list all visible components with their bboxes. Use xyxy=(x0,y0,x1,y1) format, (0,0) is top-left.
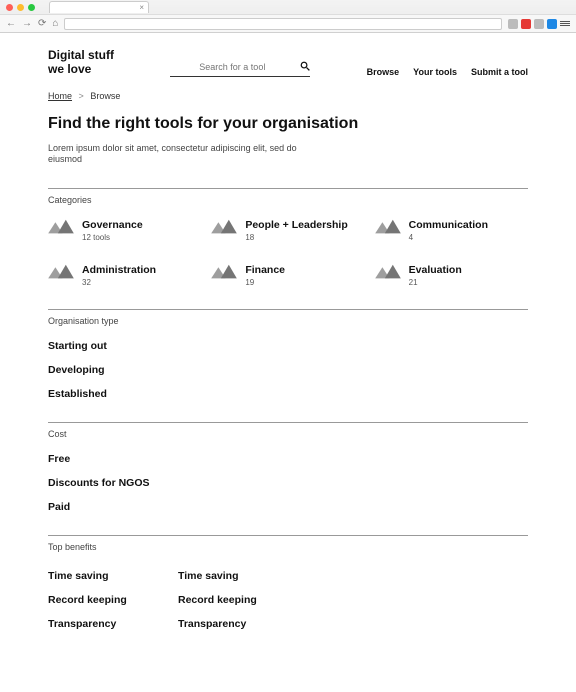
extension-icon[interactable] xyxy=(534,19,544,29)
section-label: Organisation type xyxy=(48,316,528,326)
extension-icon[interactable] xyxy=(521,19,531,29)
search-icon xyxy=(300,61,310,71)
search-input[interactable] xyxy=(170,62,294,72)
mountain-icon xyxy=(375,264,401,280)
nav-submit[interactable]: Submit a tool xyxy=(471,67,528,77)
mountain-icon xyxy=(375,219,401,235)
extension-icon[interactable] xyxy=(508,19,518,29)
breadcrumb-sep: > xyxy=(79,91,84,101)
primary-nav: Browse Your tools Submit a tool xyxy=(367,67,528,77)
section-benefits: Top benefits Time savingRecord keepingTr… xyxy=(48,535,528,630)
org-type-link[interactable]: Starting out xyxy=(48,340,528,352)
browser-tab[interactable]: × xyxy=(49,1,149,13)
category-count: 21 xyxy=(409,278,462,287)
site-title[interactable]: Digital stuff we love xyxy=(48,49,114,77)
benefit-link[interactable]: Time saving xyxy=(48,570,178,582)
mountain-icon xyxy=(48,264,74,280)
section-label: Cost xyxy=(48,429,528,439)
category-name: People + Leadership xyxy=(245,219,347,231)
category-name: Communication xyxy=(409,219,488,231)
section-cost: Cost Free Discounts for NGOS Paid xyxy=(48,422,528,513)
window-close-icon[interactable] xyxy=(6,4,13,11)
cost-link[interactable]: Discounts for NGOS xyxy=(48,477,528,489)
category-name: Governance xyxy=(82,219,143,231)
section-categories: Categories Governance 12 tools People + Le… xyxy=(48,188,528,287)
menu-icon[interactable] xyxy=(560,21,570,26)
window-minimize-icon[interactable] xyxy=(17,4,24,11)
forward-icon[interactable]: → xyxy=(22,19,32,29)
category-name: Administration xyxy=(82,264,156,276)
category-count: 12 tools xyxy=(82,233,143,242)
breadcrumb-home[interactable]: Home xyxy=(48,91,72,101)
category-item[interactable]: People + Leadership 18 xyxy=(211,219,364,242)
search-box xyxy=(170,61,310,77)
org-type-link[interactable]: Developing xyxy=(48,364,528,376)
category-item[interactable]: Governance 12 tools xyxy=(48,219,201,242)
window-maximize-icon[interactable] xyxy=(28,4,35,11)
category-item[interactable]: Administration 32 xyxy=(48,264,201,287)
mountain-icon xyxy=(211,219,237,235)
benefit-link[interactable]: Record keeping xyxy=(178,594,308,606)
mountain-icon xyxy=(211,264,237,280)
nav-browse[interactable]: Browse xyxy=(367,67,400,77)
category-count: 32 xyxy=(82,278,156,287)
benefit-link[interactable]: Record keeping xyxy=(48,594,178,606)
section-label: Categories xyxy=(48,195,528,205)
category-item[interactable]: Evaluation 21 xyxy=(375,264,528,287)
benefit-link[interactable]: Time saving xyxy=(178,570,308,582)
page-description: Lorem ipsum dolor sit amet, consectetur … xyxy=(48,143,328,166)
home-icon[interactable]: ⌂ xyxy=(52,19,58,29)
category-name: Finance xyxy=(245,264,285,276)
page-title: Find the right tools for your organisati… xyxy=(48,115,528,133)
category-count: 4 xyxy=(409,233,488,242)
benefit-link[interactable]: Transparency xyxy=(48,618,178,630)
benefit-link[interactable]: Transparency xyxy=(178,618,308,630)
browser-chrome: × ← → ⟳ ⌂ xyxy=(0,0,576,33)
back-icon[interactable]: ← xyxy=(6,19,16,29)
search-button[interactable] xyxy=(300,61,310,74)
mountain-icon xyxy=(48,219,74,235)
category-item[interactable]: Communication 4 xyxy=(375,219,528,242)
category-count: 19 xyxy=(245,278,285,287)
url-bar[interactable] xyxy=(64,18,502,30)
nav-your-tools[interactable]: Your tools xyxy=(413,67,457,77)
extension-icon[interactable] xyxy=(547,19,557,29)
section-org-type: Organisation type Starting out Developing… xyxy=(48,309,528,400)
breadcrumb-current: Browse xyxy=(90,91,120,101)
cost-link[interactable]: Free xyxy=(48,453,528,465)
category-item[interactable]: Finance 19 xyxy=(211,264,364,287)
cost-link[interactable]: Paid xyxy=(48,501,528,513)
reload-icon[interactable]: ⟳ xyxy=(38,19,46,29)
org-type-link[interactable]: Established xyxy=(48,388,528,400)
category-count: 18 xyxy=(245,233,347,242)
site-header: Digital stuff we love Browse Your tools … xyxy=(48,49,528,77)
category-name: Evaluation xyxy=(409,264,462,276)
breadcrumb: Home > Browse xyxy=(48,91,528,101)
section-label: Top benefits xyxy=(48,542,528,552)
tab-close-icon[interactable]: × xyxy=(139,3,144,12)
